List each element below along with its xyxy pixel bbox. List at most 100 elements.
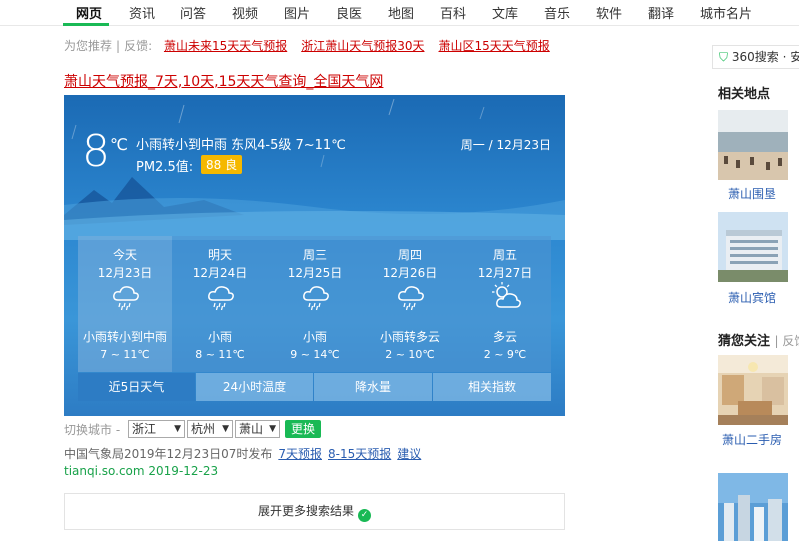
guess-feedback[interactable]: | 反馈	[775, 334, 799, 348]
nav-active-underline	[63, 23, 109, 26]
nav-web[interactable]: 网页	[76, 3, 102, 22]
link-7day[interactable]: 7天预报	[278, 447, 322, 461]
guess-title: 猜您关注 | 反馈	[718, 330, 799, 349]
nav-map[interactable]: 地图	[388, 3, 414, 22]
pm-badge: 88 良	[201, 155, 243, 174]
place-photo	[718, 355, 788, 425]
day-temperature-range: 2 ~ 10℃	[385, 348, 435, 361]
district-value: 萧山	[239, 422, 264, 436]
link-8-15day[interactable]: 8-15天预报	[328, 447, 391, 461]
day-name: 周四	[397, 248, 422, 262]
tab-related-index[interactable]: 相关指数	[433, 373, 551, 401]
recommend-label: 为您推荐	[64, 39, 113, 53]
rain-cloud-icon	[303, 286, 329, 311]
forecast-day[interactable]: 周五 12月27日 多云 2 ~ 9℃	[458, 236, 552, 372]
day-date: 12月23日	[97, 266, 153, 280]
sun-cloud-icon	[492, 282, 521, 308]
pm-label: PM2.5值:	[136, 160, 194, 175]
link-advice[interactable]: 建议	[397, 447, 421, 461]
recommend-link-2[interactable]: 浙江萧山天气预报30天	[301, 39, 424, 53]
nav-wenku[interactable]: 文库	[492, 3, 518, 22]
city-select[interactable]: 杭州 ▼	[187, 420, 233, 438]
source-url: tianqi.so.com 2019-12-23	[64, 464, 219, 478]
day-temperature-range: 9 ~ 14℃	[290, 348, 340, 361]
chevron-down-icon: ▼	[222, 424, 229, 434]
guess-image-city[interactable]	[718, 473, 788, 541]
tab-precipitation[interactable]: 降水量	[314, 373, 432, 401]
recommend-link-1[interactable]: 萧山未来15天天气预报	[164, 39, 287, 53]
city-value: 杭州	[191, 422, 216, 436]
forecast-day[interactable]: 周四 12月26日 小雨转多云 2 ~ 10℃	[363, 236, 457, 372]
search-results-page: 网页 资讯 问答 视频 图片 良医 地图 百科 文库 音乐 软件 翻译 城市名片…	[0, 0, 799, 541]
nav-images[interactable]: 图片	[284, 3, 310, 22]
guess-title-text: 猜您关注	[718, 334, 771, 349]
switch-city-label: 切换城市 -	[64, 423, 121, 437]
place-image-hotel[interactable]	[718, 212, 788, 282]
forecast-panel: 今天 12月23日 小雨转小到中雨 7 ~ 11℃ 明天 12月24日 小雨 8…	[78, 236, 551, 372]
related-places-title: 相关地点	[718, 87, 771, 102]
shield-icon: ⛉	[719, 50, 729, 64]
current-condition: 小雨转小到中雨 东风4-5级 7~11℃	[136, 138, 346, 153]
day-name: 明天	[207, 248, 232, 262]
forecast-day[interactable]: 明天 12月24日 小雨 8 ~ 11℃	[173, 236, 267, 372]
expand-more-results-button[interactable]: 展开更多搜索结果 ✓	[64, 493, 565, 530]
day-condition: 小雨转小到中雨	[82, 330, 167, 344]
nav-news[interactable]: 资讯	[129, 3, 155, 22]
current-date: 周一 / 12月23日	[460, 138, 551, 152]
tab-24h-temperature[interactable]: 24小时温度	[196, 373, 313, 401]
nav-city-card[interactable]: 城市名片	[700, 3, 752, 22]
province-select[interactable]: 浙江 ▼	[128, 420, 185, 438]
security-badge[interactable]: ⛉ 360搜索 · 安	[712, 45, 799, 69]
rain-cloud-icon	[113, 286, 139, 311]
province-value: 浙江	[132, 422, 157, 436]
day-condition: 小雨	[207, 330, 232, 344]
temperature-unit: ℃	[110, 135, 128, 154]
nav-doctor[interactable]: 良医	[336, 3, 362, 22]
place-photo	[718, 110, 788, 180]
nav-video[interactable]: 视频	[232, 3, 258, 22]
day-temperature-range: 8 ~ 11℃	[195, 348, 245, 361]
day-name: 周三	[302, 248, 327, 262]
day-name: 今天	[112, 248, 137, 262]
publish-text: 中国气象局2019年12月23日07时发布	[64, 447, 273, 461]
day-condition: 多云	[492, 330, 517, 344]
weather-tabs: 近5日天气 24小时温度 降水量 相关指数	[78, 373, 551, 401]
weather-card: 8 ℃ 小雨转小到中雨 东风4-5级 7~11℃ PM2.5值: 88 良 周一…	[64, 95, 565, 416]
tab-5day-weather[interactable]: 近5日天气	[78, 373, 195, 401]
day-condition: 小雨转多云	[379, 330, 440, 344]
nav-translate[interactable]: 翻译	[648, 3, 674, 22]
place-image-weiken[interactable]	[718, 110, 788, 180]
change-city-button[interactable]: 更换	[285, 420, 321, 438]
guess-label-house[interactable]: 萧山二手房	[722, 431, 782, 448]
current-temperature: 8	[82, 126, 110, 177]
day-date: 12月25日	[287, 266, 343, 280]
forecast-day[interactable]: 今天 12月23日 小雨转小到中雨 7 ~ 11℃	[78, 236, 172, 372]
recommend-bar: 为您推荐 | 反馈: 萧山未来15天天气预报 浙江萧山天气预报30天 萧山区15天天气预…	[64, 39, 550, 53]
expand-more-label: 展开更多搜索结果	[257, 504, 354, 518]
day-date: 12月24日	[192, 266, 248, 280]
place-label-hotel[interactable]: 萧山宾馆	[728, 289, 776, 306]
day-condition: 小雨	[302, 330, 327, 344]
day-date: 12月26日	[382, 266, 438, 280]
nav-qa[interactable]: 问答	[180, 3, 206, 22]
place-photo	[718, 212, 788, 282]
district-select[interactable]: 萧山 ▼	[235, 420, 280, 438]
day-temperature-range: 7 ~ 11℃	[100, 348, 150, 361]
nav-software[interactable]: 软件	[596, 3, 622, 22]
place-photo	[718, 473, 788, 541]
day-date: 12月27日	[477, 266, 533, 280]
day-temperature-range: 2 ~ 9℃	[483, 348, 527, 361]
nav-baike[interactable]: 百科	[440, 3, 466, 22]
result-title-link[interactable]: 萧山天气预报_7天,10天,15天天气查询_全国天气网	[64, 71, 383, 91]
guess-image-house[interactable]	[718, 355, 788, 425]
forecast-day[interactable]: 周三 12月25日 小雨 9 ~ 14℃	[268, 236, 362, 372]
chevron-down-icon: ▼	[269, 424, 276, 434]
day-name: 周五	[492, 248, 517, 262]
rain-cloud-icon	[398, 286, 424, 311]
recommend-link-3[interactable]: 萧山区15天天气预报	[439, 39, 550, 53]
rain-cloud-icon	[208, 286, 234, 311]
place-label-weiken[interactable]: 萧山围垦	[728, 185, 776, 202]
feedback-link[interactable]: 反馈:	[124, 39, 152, 53]
nav-music[interactable]: 音乐	[544, 3, 570, 22]
check-circle-icon: ✓	[358, 509, 371, 522]
